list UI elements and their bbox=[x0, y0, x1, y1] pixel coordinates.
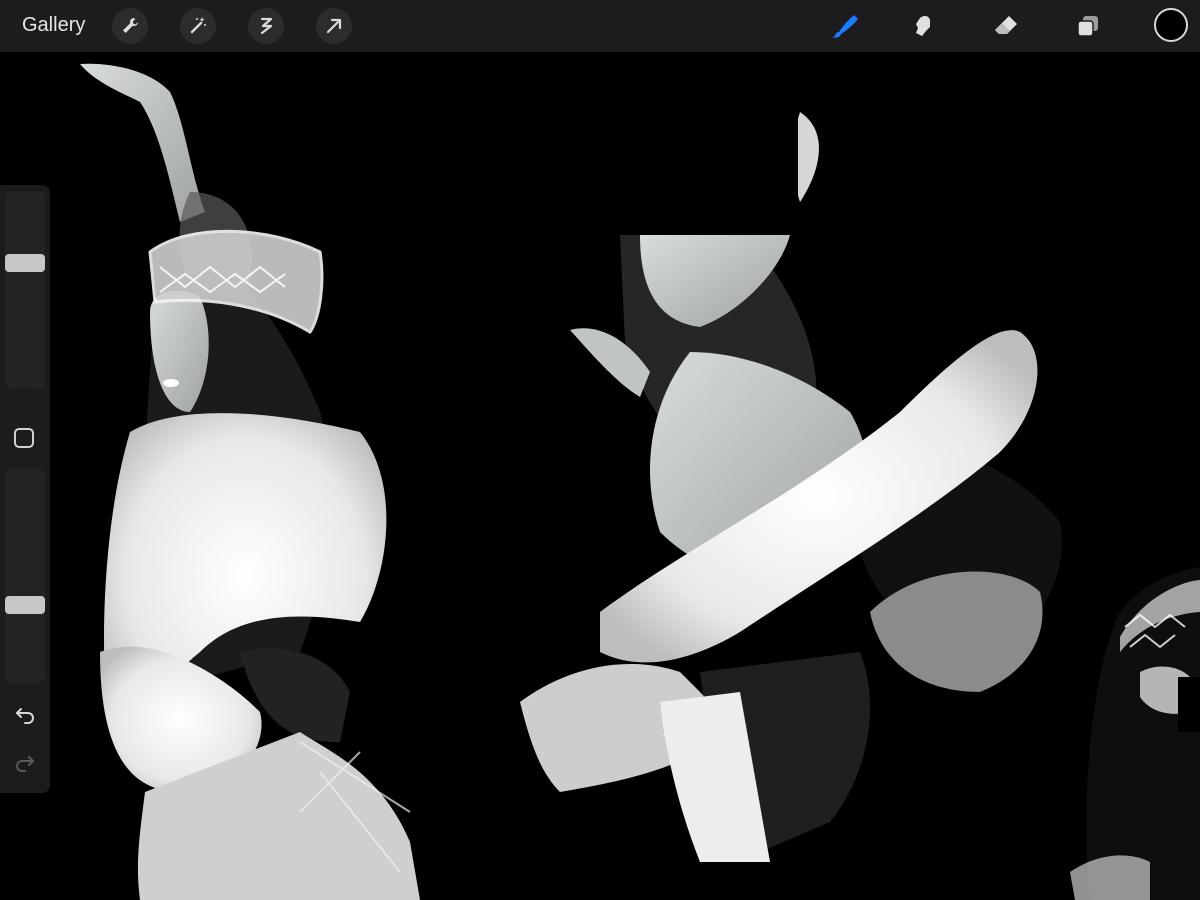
drawing-canvas[interactable] bbox=[0, 52, 1200, 900]
top-toolbar: Gallery bbox=[0, 0, 1200, 52]
actions-wrench-icon[interactable] bbox=[112, 8, 148, 44]
selection-icon[interactable] bbox=[248, 8, 284, 44]
square-modify-icon[interactable] bbox=[14, 428, 34, 448]
layers-icon[interactable] bbox=[1070, 8, 1106, 44]
opacity-slider-thumb[interactable] bbox=[5, 596, 45, 615]
undo-icon[interactable] bbox=[10, 700, 40, 728]
adjustments-magic-wand-icon[interactable] bbox=[180, 8, 216, 44]
artwork bbox=[80, 63, 1200, 900]
transform-arrow-icon[interactable] bbox=[316, 8, 352, 44]
left-figure bbox=[80, 63, 420, 900]
redo-icon[interactable] bbox=[10, 748, 40, 776]
right-figure-partial bbox=[1070, 567, 1200, 900]
color-picker-swatch[interactable] bbox=[1154, 8, 1188, 42]
gallery-button[interactable]: Gallery bbox=[22, 14, 85, 37]
brush-size-slider-thumb[interactable] bbox=[5, 254, 45, 272]
opacity-slider[interactable] bbox=[5, 469, 45, 683]
smudge-icon[interactable] bbox=[906, 8, 942, 44]
brush-size-slider[interactable] bbox=[5, 191, 45, 389]
brush-icon[interactable] bbox=[826, 8, 862, 44]
middle-figure bbox=[520, 107, 1062, 862]
left-sidebar bbox=[0, 185, 50, 793]
eraser-icon[interactable] bbox=[988, 8, 1024, 44]
